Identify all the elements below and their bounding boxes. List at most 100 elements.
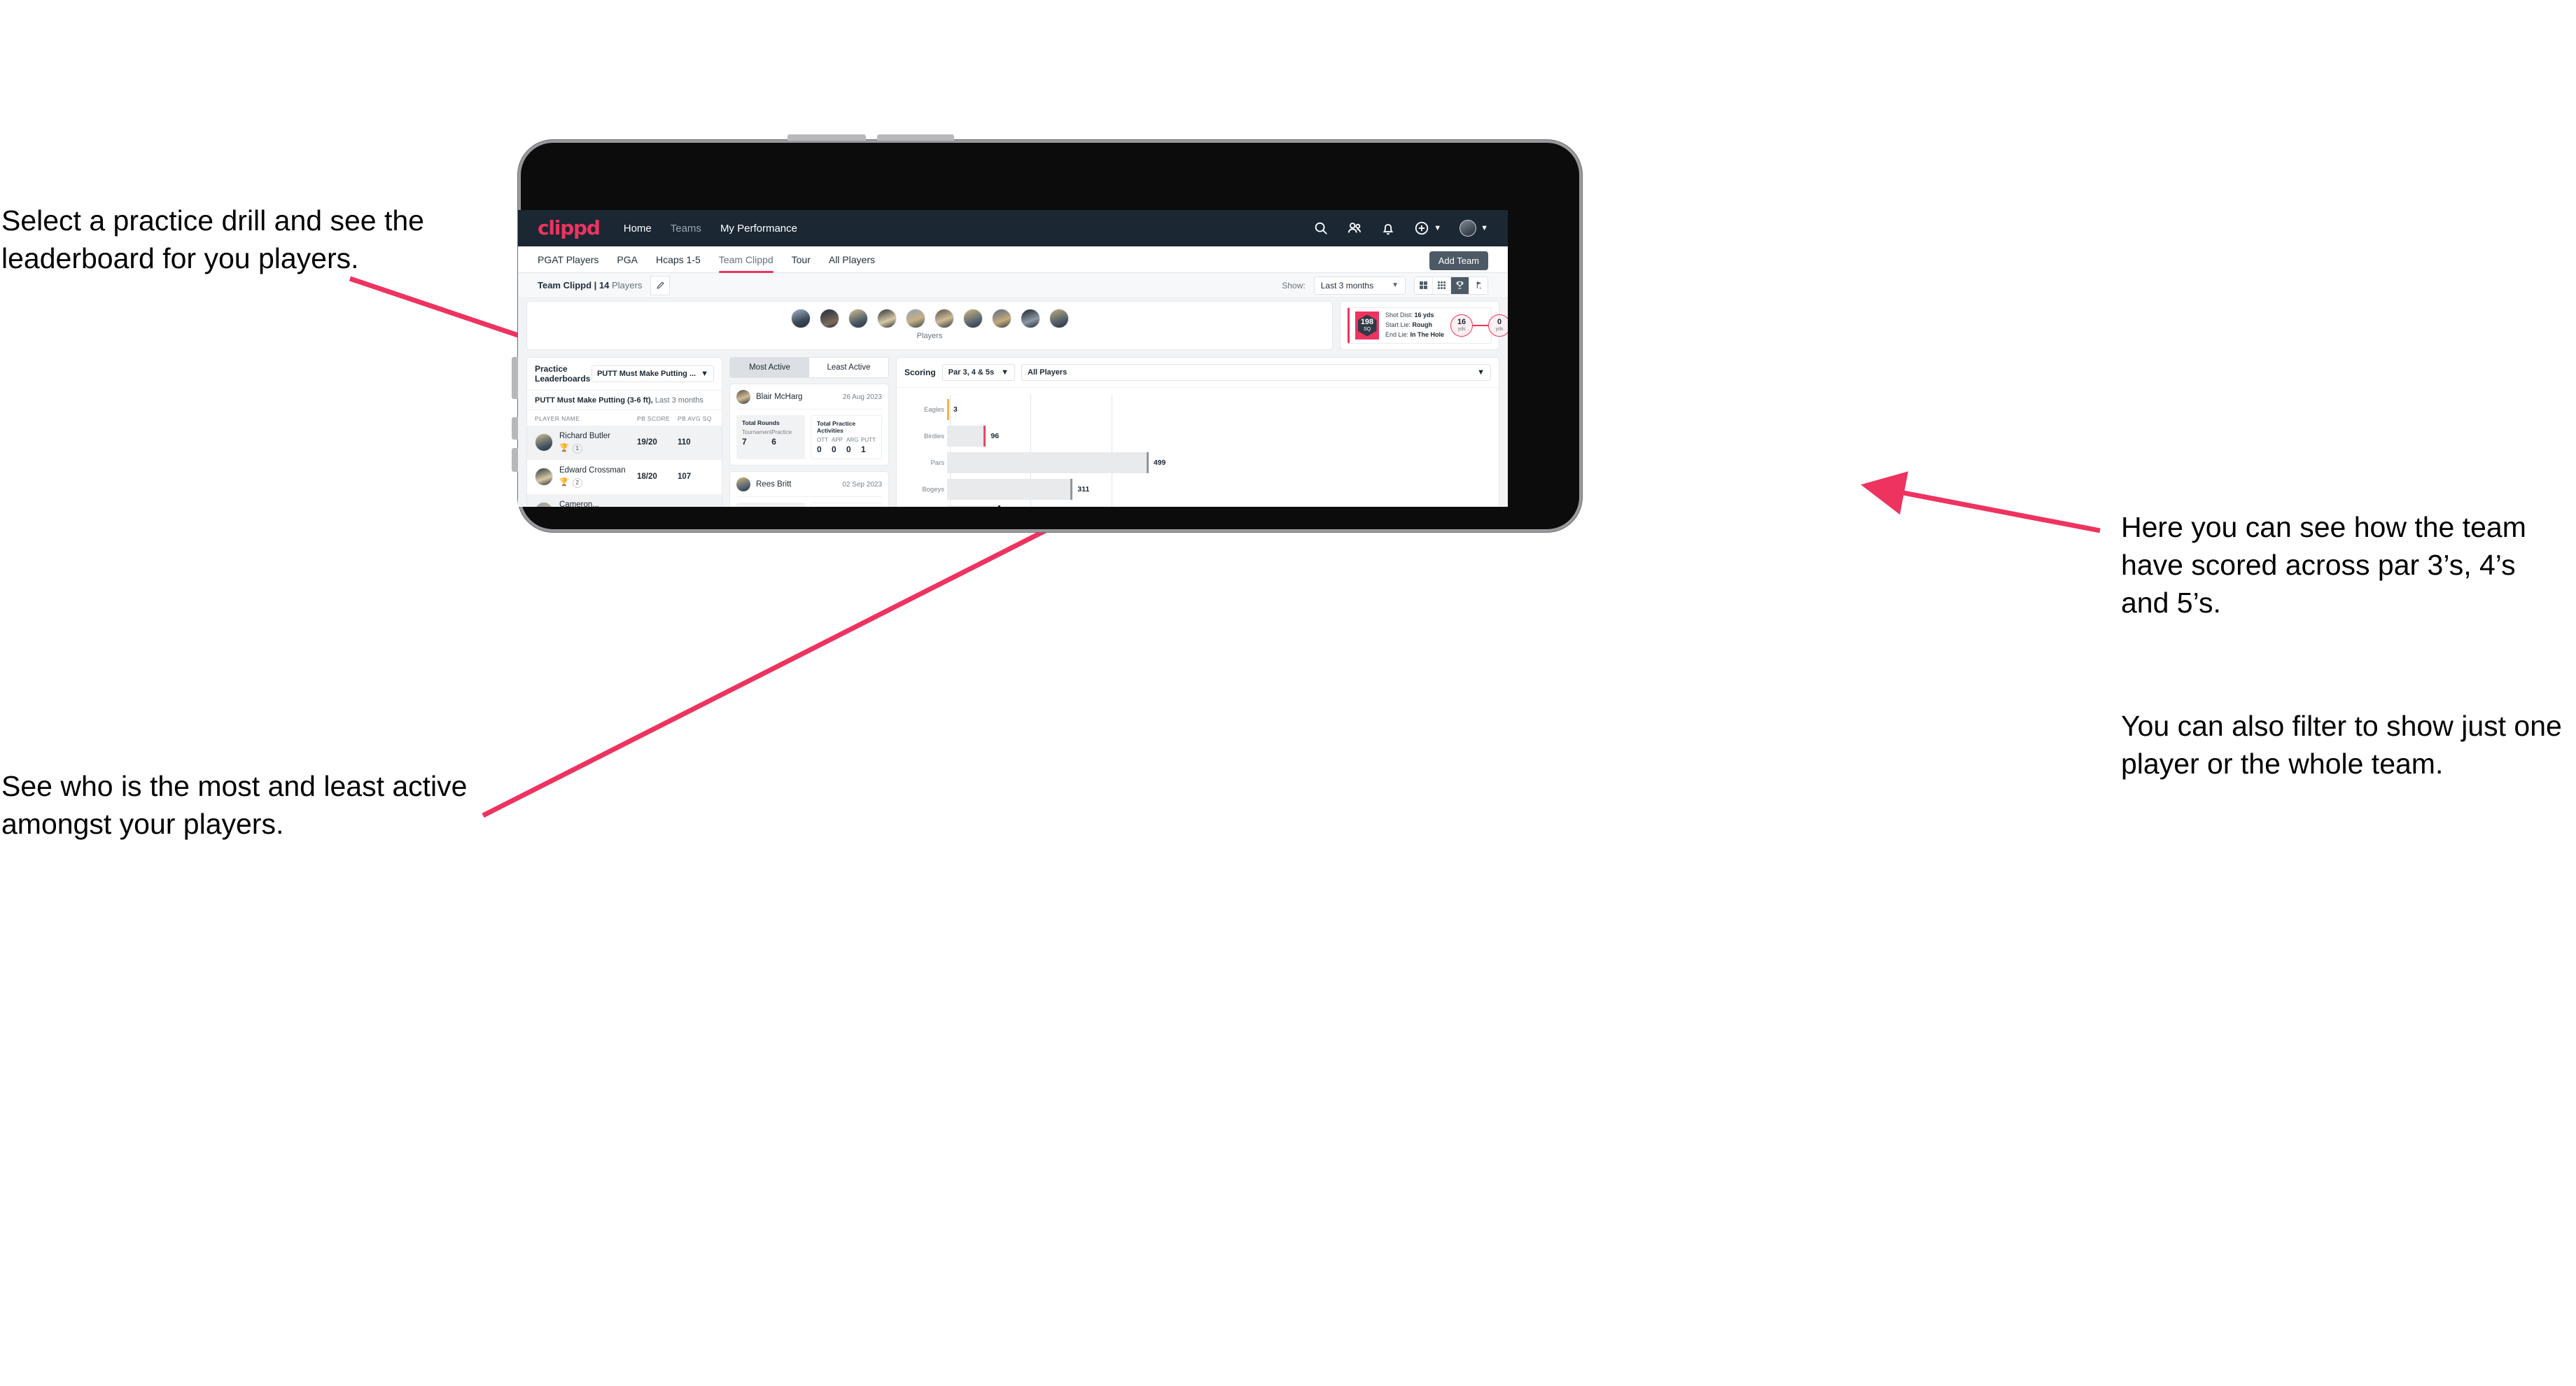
screenshot-root: Select a practice drill and see the lead… xyxy=(0,0,2576,1386)
yardage-to-value: 0 xyxy=(1497,317,1502,326)
player-avatar[interactable] xyxy=(819,309,839,328)
add-team-button[interactable]: Add Team xyxy=(1429,251,1488,270)
tab-least-active[interactable]: Least Active xyxy=(809,358,888,377)
annotation-filter: You can also filter to show just one pla… xyxy=(2121,710,2562,780)
plus-circle-icon[interactable] xyxy=(1414,220,1429,236)
leaderboard-header: Practice Leaderboards PUTT Must Make Put… xyxy=(527,358,722,391)
scoring-bars: Eagles 3 Birdies 96 Pars 499 Bogeys 311 D. Bogey… xyxy=(906,395,1489,507)
start-lie-line: Start Lie: Rough xyxy=(1385,321,1444,330)
avatar[interactable] xyxy=(1460,220,1477,237)
rounds-values: Tournament 7 Practice 6 xyxy=(742,429,799,447)
activity-card[interactable]: Rees Britt 02 Sep 2023 Total RoundsTournam… xyxy=(729,471,889,507)
player-avatar[interactable] xyxy=(934,309,954,328)
tab-tour[interactable]: Tour xyxy=(792,246,811,273)
activity-date: 26 Aug 2023 xyxy=(842,393,882,401)
rounds-practice-value: 6 xyxy=(771,437,776,447)
golf-flag-icon xyxy=(1476,281,1481,289)
player-avatar[interactable] xyxy=(790,309,811,328)
date-range-select[interactable]: Last 3 months ▼ xyxy=(1313,276,1406,295)
par-select[interactable]: Par 3, 4 & 5s ▼ xyxy=(941,364,1015,381)
chevron-down-icon: ▼ xyxy=(1477,368,1485,377)
practice-arg-label: ARG xyxy=(846,437,859,443)
tab-pgat-players[interactable]: PGAT Players xyxy=(538,246,598,273)
tab-team-clippd[interactable]: Team Clippd xyxy=(718,246,774,273)
scoring-bar-value: 96 xyxy=(990,432,1000,440)
rank-badge: 1 xyxy=(572,443,582,454)
device-button-left-1[interactable] xyxy=(512,357,518,399)
nav-link-my-performance[interactable]: My Performance xyxy=(720,223,797,234)
activity-cards: Blair McHarg 26 Aug 2023 Total Rounds Tourn… xyxy=(729,384,889,507)
tab-hcaps-1-5[interactable]: Hcaps 1-5 xyxy=(656,246,701,273)
leaderboard-rank-meta: 🏆 2 xyxy=(559,477,637,488)
player-avatar[interactable] xyxy=(736,477,750,491)
player-avatar[interactable] xyxy=(535,501,553,507)
rounds-tournament-value: 7 xyxy=(742,437,747,447)
search-icon[interactable] xyxy=(1313,220,1329,236)
yardage-from: 16 yds xyxy=(1450,314,1474,337)
scoring-bar-fill xyxy=(947,479,1073,500)
top-row: Players 198 SQ Shot Dist: 16 yds Start L… xyxy=(526,298,1508,350)
subheader-controls: Show: Last 3 months ▼ xyxy=(1282,276,1488,295)
nav-link-teams[interactable]: Teams xyxy=(671,223,701,234)
clippd-logo[interactable]: clippd xyxy=(538,218,601,238)
yardage-to: 0 yds xyxy=(1488,314,1508,337)
scoring-bar-track: 311 xyxy=(947,479,1489,500)
device-button-left-2[interactable] xyxy=(512,417,518,440)
bell-icon[interactable] xyxy=(1380,220,1396,236)
nav-link-home[interactable]: Home xyxy=(624,223,652,234)
practice-ott-label: OTT xyxy=(817,437,828,443)
player-avatar[interactable] xyxy=(736,390,750,404)
view-trophy-button[interactable] xyxy=(1451,276,1469,294)
tab-all-players[interactable]: All Players xyxy=(829,246,875,273)
player-avatar[interactable] xyxy=(876,309,897,328)
tab-pga[interactable]: PGA xyxy=(617,246,638,273)
trophy-icon xyxy=(1456,281,1464,289)
pencil-icon xyxy=(657,281,664,289)
profile-menu[interactable]: ▼ xyxy=(1460,220,1488,237)
device-button-left-3[interactable] xyxy=(512,448,518,472)
player-filter-select[interactable]: All Players ▼ xyxy=(1021,364,1491,381)
scoring-bar-label: Bogeys xyxy=(922,485,944,493)
par-select-value: Par 3, 4 & 5s xyxy=(948,368,995,377)
leaderboard-row[interactable]: Richard Butler 🏆 1 19/20 110 xyxy=(527,426,722,460)
rounds-tournament: Tournament 7 xyxy=(742,429,771,447)
people-icon[interactable] xyxy=(1347,220,1362,236)
device-button-top-1[interactable] xyxy=(788,134,866,141)
device-button-top-2[interactable] xyxy=(877,134,954,141)
view-toggle-group xyxy=(1414,276,1488,295)
annotation-most-least-active: See who is the most and least active amo… xyxy=(1,770,468,841)
activity-card[interactable]: Blair McHarg 26 Aug 2023 Total Rounds Tourn… xyxy=(729,384,889,465)
scoring-bar-cap xyxy=(947,399,949,420)
end-lie-line: End Lie: In The Hole xyxy=(1385,330,1444,340)
leaderboard-name-block: Richard Butler 🏆 1 xyxy=(559,432,637,454)
view-grid-2x2-button[interactable] xyxy=(1415,276,1433,294)
column-pb-score: PB SCORE xyxy=(637,415,671,422)
add-menu[interactable]: ▼ xyxy=(1414,220,1441,236)
leaderboard-row[interactable]: Cameron...🏆317/20103 xyxy=(527,493,722,507)
leaderboard-player-name: Cameron... xyxy=(559,500,599,507)
scoring-header: Scoring Par 3, 4 & 5s ▼ All Players ▼ xyxy=(897,358,1499,388)
scoring-bar-value: 311 xyxy=(1077,485,1090,493)
player-avatar[interactable] xyxy=(535,468,553,486)
scoring-bar-value: 499 xyxy=(1153,458,1166,467)
player-avatar[interactable] xyxy=(848,309,868,328)
rounds-tournament-label: Tournament xyxy=(742,429,772,435)
edit-team-button[interactable] xyxy=(650,275,671,295)
player-avatar[interactable] xyxy=(991,309,1011,328)
player-avatar[interactable] xyxy=(905,309,925,328)
team-title: Team Clippd | 14 Players xyxy=(538,280,642,290)
player-avatar[interactable] xyxy=(1020,309,1040,328)
scoring-panel: Scoring Par 3, 4 & 5s ▼ All Players ▼ Ea… xyxy=(896,357,1499,507)
practice-putt: PUTT 1 xyxy=(861,437,876,454)
activity-card-body: Total RoundsTournament8Practice4 Total Pr… xyxy=(736,503,882,507)
player-avatar[interactable] xyxy=(962,309,983,328)
tab-most-active[interactable]: Most Active xyxy=(730,358,809,377)
player-avatar[interactable] xyxy=(1049,309,1069,328)
navbar-actions: ▼ ▼ xyxy=(1313,220,1488,237)
view-grid-3x3-button[interactable] xyxy=(1433,276,1451,294)
view-golf-flag-button[interactable] xyxy=(1469,276,1488,294)
leaderboard-row[interactable]: Edward Crossman 🏆 2 18/20 107 xyxy=(527,460,722,494)
yardage-connector xyxy=(1473,325,1489,326)
drill-select[interactable]: PUTT Must Make Putting ... ▼ xyxy=(591,365,714,382)
player-avatar[interactable] xyxy=(535,433,553,452)
